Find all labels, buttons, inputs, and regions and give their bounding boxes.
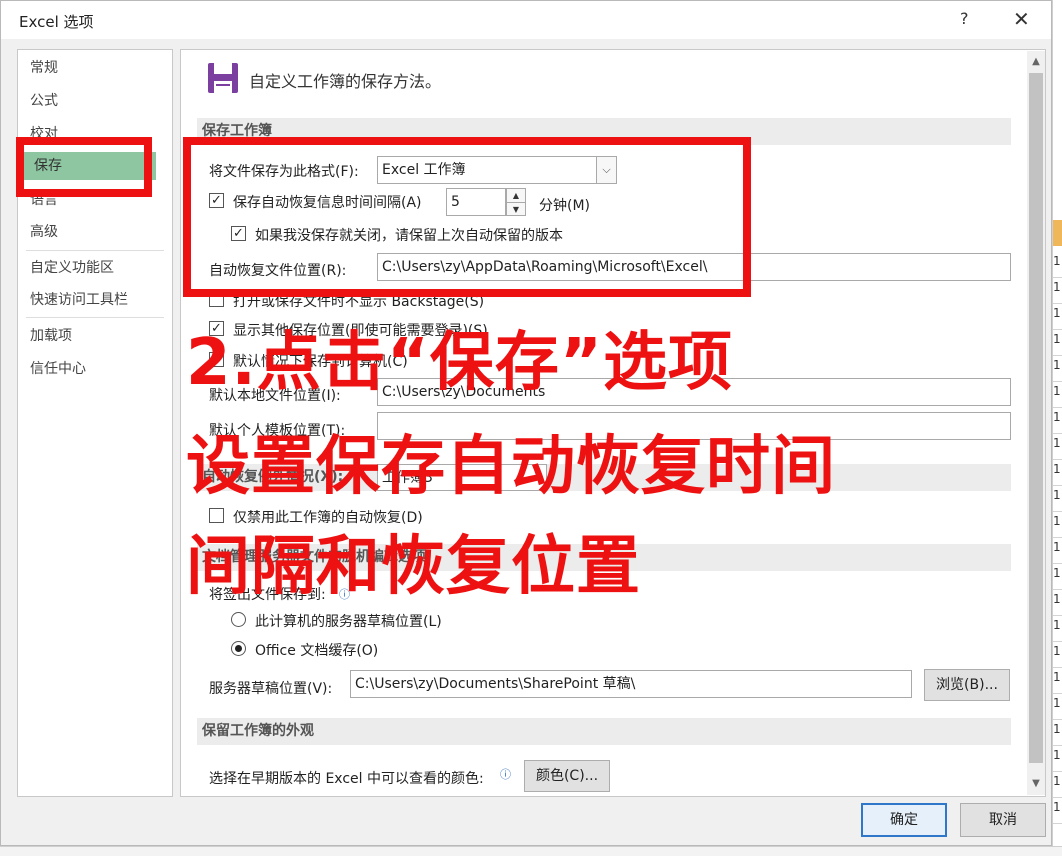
scrollbar-thumb[interactable] xyxy=(1029,73,1043,763)
annotation-text-line3: 间隔和恢复位置 xyxy=(186,530,641,604)
nav-item-general[interactable]: 常规 xyxy=(18,54,172,82)
excel-background-cell: 1 xyxy=(1053,462,1062,486)
excel-background-cell: 1 xyxy=(1053,774,1062,798)
colors-button[interactable]: 颜色(C)... xyxy=(524,760,610,792)
close-button[interactable]: ✕ xyxy=(1013,7,1030,31)
excel-options-dialog: Excel 选项 ? ✕ 常规 公式 校对 保存 语言 高级 自定义功能区 快速… xyxy=(0,0,1052,846)
excel-background-cell: 1 xyxy=(1053,488,1062,512)
excel-background-cell: 1 xyxy=(1053,618,1062,642)
excel-background-cell: 1 xyxy=(1053,384,1062,408)
radio-office-cache-label: Office 文档缓存(O) xyxy=(255,643,379,659)
nav-divider xyxy=(26,317,164,318)
scroll-down-icon[interactable]: ▼ xyxy=(1027,775,1045,793)
colors-label: 选择在早期版本的 Excel 中可以查看的颜色: xyxy=(209,771,484,787)
cancel-button[interactable]: 取消 xyxy=(960,803,1046,837)
excel-background-cell: 1 xyxy=(1053,540,1062,564)
nav-item-customize-ribbon[interactable]: 自定义功能区 xyxy=(18,254,172,282)
section-preserve-appearance: 保留工作簿的外观 xyxy=(197,718,1011,745)
help-button[interactable]: ? xyxy=(960,9,969,28)
excel-header-cell xyxy=(1053,220,1062,246)
title-bar: Excel 选项 ? ✕ xyxy=(1,1,1051,39)
content-scrollbar[interactable]: ▲ ▼ xyxy=(1027,51,1045,795)
nav-item-advanced[interactable]: 高级 xyxy=(18,218,172,246)
radio-server-drafts[interactable] xyxy=(231,612,246,627)
excel-background-cell: 1 xyxy=(1053,748,1062,772)
radio-server-drafts-label: 此计算机的服务器草稿位置(L) xyxy=(255,614,442,630)
excel-background-cell: 1 xyxy=(1053,306,1062,330)
nav-item-formulas[interactable]: 公式 xyxy=(18,87,172,115)
disable-autorecover-label: 仅禁用此工作簿的自动恢复(D) xyxy=(233,510,423,526)
nav-item-quick-access[interactable]: 快速访问工具栏 xyxy=(18,286,172,314)
excel-background-cell: 1 xyxy=(1053,670,1062,694)
excel-background-cell: 1 xyxy=(1053,514,1062,538)
ok-button[interactable]: 确定 xyxy=(861,803,947,837)
annotation-text-line1: 2.点击“保存”选项 xyxy=(186,326,733,400)
excel-background-cell: 1 xyxy=(1053,280,1062,304)
excel-background-cell: 1 xyxy=(1053,800,1062,824)
dialog-title: Excel 选项 xyxy=(19,13,94,31)
server-drafts-label: 服务器草稿位置(V): xyxy=(209,681,333,697)
excel-background-cell: 1 xyxy=(1053,566,1062,590)
excel-background-cell: 1 xyxy=(1053,644,1062,668)
excel-background-cell: 1 xyxy=(1053,332,1062,356)
info-icon: ⓘ xyxy=(500,768,511,781)
page-header: 自定义工作簿的保存方法。 xyxy=(249,72,442,91)
scroll-up-icon[interactable]: ▲ xyxy=(1027,53,1045,71)
excel-background-cell: 1 xyxy=(1053,410,1062,434)
excel-background-cell: 1 xyxy=(1053,722,1062,746)
excel-background-cell: 1 xyxy=(1053,696,1062,720)
nav-item-addins[interactable]: 加载项 xyxy=(18,322,172,350)
nav-item-trust-center[interactable]: 信任中心 xyxy=(18,355,172,383)
floppy-disk-icon xyxy=(208,63,238,93)
server-drafts-input[interactable]: C:\Users\zy\Documents\SharePoint 草稿\ xyxy=(350,670,912,698)
excel-background-cell: 1 xyxy=(1053,358,1062,382)
annotation-box-save-nav xyxy=(16,137,152,197)
excel-sheet-bottom xyxy=(0,846,1062,856)
annotation-box-autorecover xyxy=(183,137,751,297)
radio-office-cache[interactable] xyxy=(231,641,246,656)
disable-autorecover-checkbox[interactable] xyxy=(209,508,224,523)
excel-background-cell: 1 xyxy=(1053,436,1062,460)
nav-divider xyxy=(26,250,164,251)
browse-button[interactable]: 浏览(B)... xyxy=(924,669,1010,701)
annotation-text-line2: 设置保存自动恢复时间 xyxy=(186,430,836,504)
excel-background-cell: 1 xyxy=(1053,254,1062,278)
excel-background-cell: 1 xyxy=(1053,592,1062,616)
